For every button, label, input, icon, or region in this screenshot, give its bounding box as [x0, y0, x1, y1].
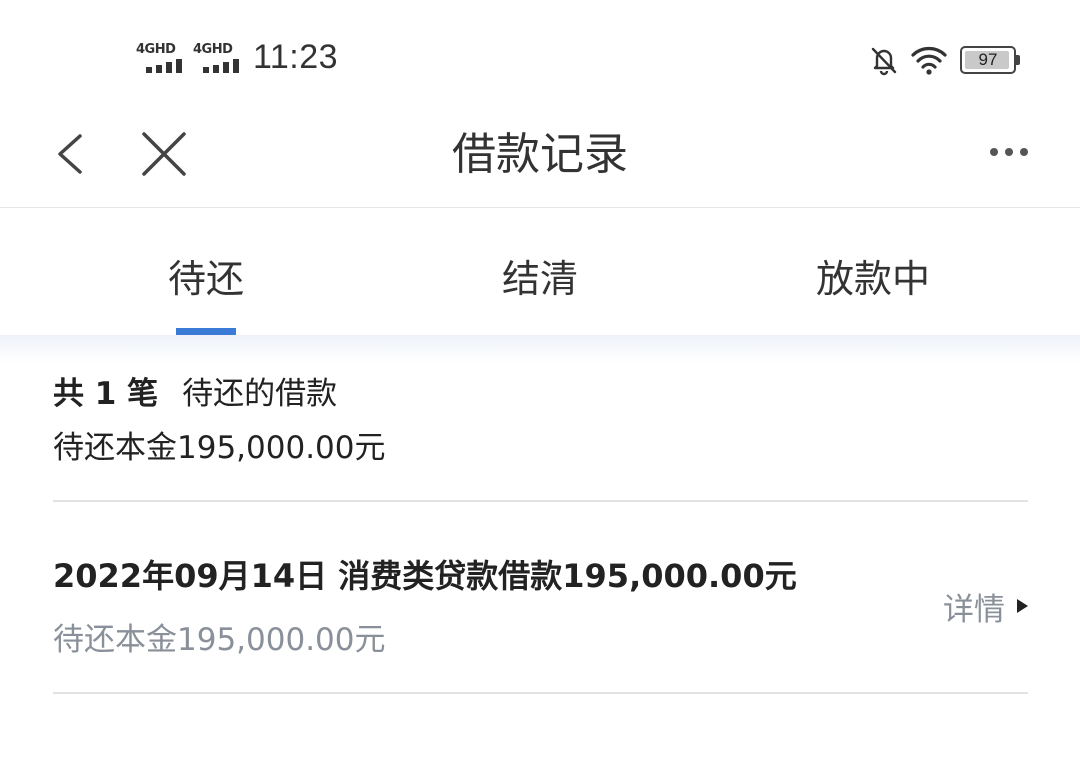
signal-bars-icon — [203, 59, 239, 73]
divider — [53, 692, 1028, 694]
loan-title: 2022年09月14日 消费类贷款借款195,000.00元 — [53, 557, 797, 595]
summary-description: 待还的借款 — [182, 376, 338, 412]
triangle-right-icon — [1017, 599, 1028, 613]
summary-principal: 待还本金195,000.00元 — [53, 430, 386, 466]
nav-bar: 借款记录 — [0, 110, 1080, 208]
divider — [53, 500, 1028, 502]
detail-label: 详情 — [943, 591, 1005, 628]
loan-list-item[interactable]: 2022年09月14日 消费类贷款借款195,000.00元 待还本金195,0… — [53, 548, 1028, 668]
tab-pending[interactable]: 待还 — [76, 248, 336, 303]
status-bar: 4GHD 4GHD 11:23 97 — [0, 0, 1080, 110]
summary-header: 共 1 笔待还的借款 — [53, 370, 1028, 418]
active-tab-indicator — [176, 328, 236, 335]
battery-level-label: 97 — [978, 50, 998, 69]
tab-bar: 待还 结清 放款中 — [0, 208, 1080, 336]
page-title: 借款记录 — [452, 129, 628, 180]
loan-principal: 待还本金195,000.00元 — [53, 622, 386, 658]
more-dots-icon[interactable] — [984, 134, 1034, 170]
tab-shadow — [0, 335, 1080, 363]
tab-disbursing[interactable]: 放款中 — [743, 248, 1003, 303]
signal-icon: 4GHD — [193, 42, 243, 78]
bell-muted-icon — [871, 47, 897, 76]
battery-tip — [1016, 55, 1020, 65]
loan-summary: 共 1 笔待还的借款 待还本金195,000.00元 — [53, 370, 1028, 472]
network-type-label: 4GHD — [136, 42, 176, 57]
loan-detail-link[interactable]: 详情 — [943, 582, 1028, 630]
signal-icon: 4GHD — [136, 42, 186, 78]
signal-bars-icon — [146, 59, 182, 73]
battery-icon: 97 — [960, 46, 1020, 76]
network-type-label: 4GHD — [193, 42, 233, 57]
wifi-icon — [911, 47, 947, 75]
status-time: 11:23 — [253, 38, 339, 76]
loan-count: 共 1 笔 — [53, 376, 159, 412]
tab-settled[interactable]: 结清 — [410, 248, 670, 303]
